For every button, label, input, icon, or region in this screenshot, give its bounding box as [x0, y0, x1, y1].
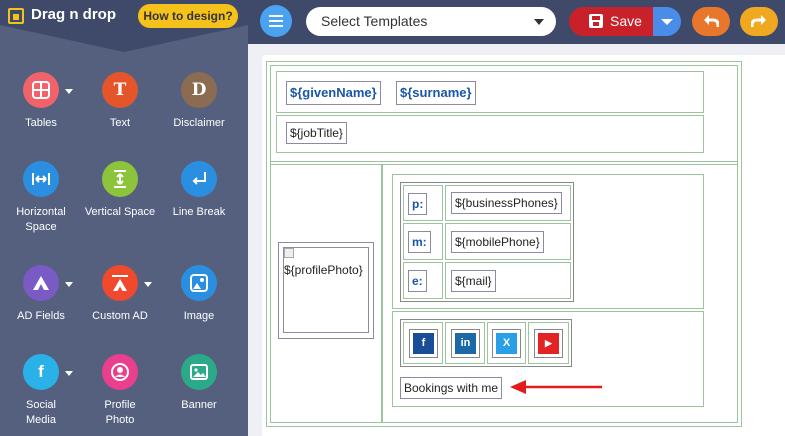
redo-button[interactable] [740, 7, 778, 36]
chevron-down-icon[interactable] [65, 89, 73, 94]
twitter-x-icon[interactable]: X [496, 333, 517, 354]
tool-label: Line Break [172, 206, 226, 218]
business-phones-field[interactable]: ${businessPhones} [451, 192, 562, 214]
save-label: Save [610, 13, 642, 29]
undo-button[interactable] [692, 7, 730, 36]
tool-image[interactable]: Image [158, 265, 240, 324]
tool-label: Vertical Space [84, 206, 156, 218]
profile-photo-field[interactable]: ${profilePhoto} [284, 263, 363, 277]
tool-disclaimer[interactable]: D Disclaimer [158, 72, 240, 131]
tool-label: AD Fields [17, 310, 65, 322]
custom-ad-icon [102, 265, 152, 301]
tool-label: Banner [181, 399, 217, 411]
horizontal-space-icon [23, 161, 59, 197]
surname-field[interactable]: ${surname} [396, 81, 476, 105]
image-icon [181, 265, 217, 301]
youtube-icon[interactable]: ▶ [538, 333, 559, 354]
tool-label: Disclaimer [173, 117, 225, 129]
tool-profile-photo[interactable]: Profile Photo [79, 354, 161, 428]
email-prefix[interactable]: e: [408, 270, 427, 292]
banner-icon [181, 354, 217, 390]
chevron-down-icon[interactable] [65, 282, 73, 287]
text-icon: T [102, 72, 138, 108]
undo-icon [704, 15, 719, 27]
tool-label: Tables [25, 117, 57, 129]
mail-field[interactable]: ${mail} [451, 270, 496, 292]
tool-custom-ad[interactable]: Custom AD [79, 265, 161, 324]
how-to-design-button[interactable]: How to design? [138, 4, 238, 28]
save-options-dropdown[interactable] [653, 7, 681, 36]
ad-fields-icon [23, 265, 73, 301]
select-templates-dropdown[interactable]: Select Templates [306, 7, 556, 36]
tool-label: Profile Photo [104, 399, 136, 426]
phone-prefix[interactable]: p: [408, 193, 428, 215]
sidebar: Drag n drop How to design? Tables T Text… [0, 0, 248, 436]
redo-icon [751, 15, 766, 27]
vertical-space-icon [102, 161, 138, 197]
tool-vertical-space[interactable]: Vertical Space [79, 161, 161, 220]
tool-text[interactable]: T Text [79, 72, 161, 131]
line-break-icon [181, 161, 217, 197]
toolbar: Select Templates Save [248, 0, 785, 44]
bookings-link[interactable]: Bookings with me [400, 377, 503, 399]
tool-label: Image [183, 310, 215, 322]
chevron-down-icon[interactable] [65, 371, 73, 376]
tool-ad-fields[interactable]: AD Fields [0, 265, 82, 324]
chevron-down-icon[interactable] [144, 282, 152, 287]
table-icon [23, 72, 73, 108]
profile-photo-placeholder [283, 247, 369, 333]
facebook-glyph: f [38, 362, 44, 381]
tool-horizontal-space[interactable]: Horizontal Space [0, 161, 82, 235]
signature-canvas[interactable]: ${givenName} ${surname} ${jobTitle} ${pr… [262, 55, 785, 436]
broken-image-icon [284, 248, 294, 258]
facebook-icon[interactable]: f [413, 333, 434, 354]
logo-icon [8, 8, 24, 24]
tool-label: Text [109, 117, 131, 129]
given-name-field[interactable]: ${givenName} [286, 81, 381, 105]
annotation-arrow-icon [510, 380, 602, 394]
tool-label: Horizontal Space [16, 206, 66, 233]
linkedin-icon[interactable]: in [455, 333, 476, 354]
tool-tables[interactable]: Tables [0, 72, 82, 131]
disclaimer-icon: D [181, 72, 217, 108]
tool-line-break[interactable]: Line Break [158, 161, 240, 220]
save-button[interactable]: Save [569, 7, 653, 36]
section-divider [270, 161, 738, 162]
social-media-icon: f [23, 354, 73, 390]
save-icon [589, 14, 603, 28]
menu-button[interactable] [260, 5, 292, 37]
tool-banner[interactable]: Banner [158, 354, 240, 413]
mobile-phone-field[interactable]: ${mobilePhone} [451, 231, 544, 253]
tool-social-media[interactable]: f Social Media [0, 354, 82, 428]
tool-label: Social Media [26, 399, 56, 426]
chevron-down-icon [534, 19, 544, 25]
profile-photo-icon [102, 354, 138, 390]
app-title: Drag n drop [31, 6, 116, 23]
select-templates-label: Select Templates [321, 13, 428, 29]
mobile-prefix[interactable]: m: [408, 231, 431, 253]
tool-label: Custom AD [92, 310, 148, 322]
job-title-field[interactable]: ${jobTitle} [286, 122, 347, 144]
